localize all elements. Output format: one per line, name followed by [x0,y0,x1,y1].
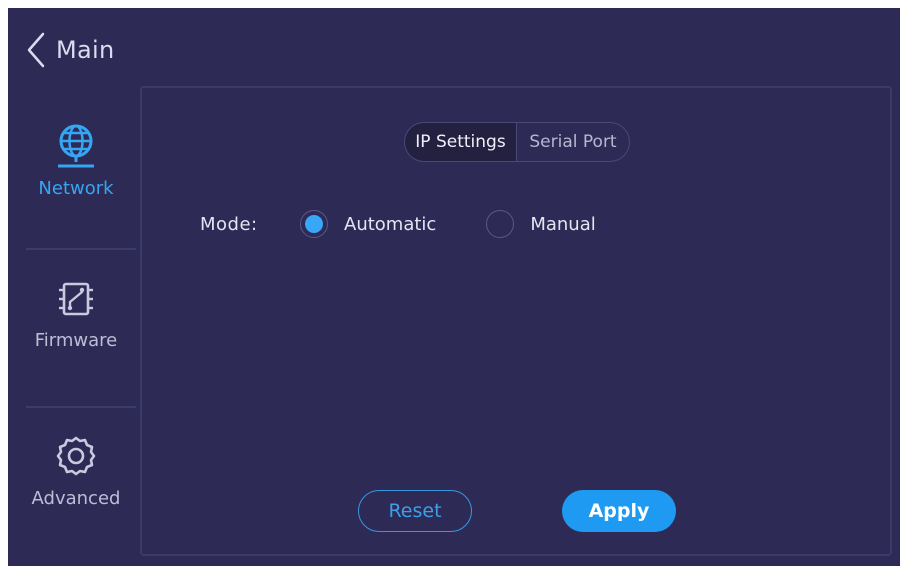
reset-button[interactable]: Reset [358,490,472,532]
sidebar-item-advanced[interactable]: Advanced [18,410,134,540]
radio-label: Manual [530,213,596,235]
globe-network-icon [52,122,100,170]
mode-row: Mode: Automatic Manual [200,206,596,242]
sidebar-item-label: Firmware [34,330,118,351]
mode-automatic-radio[interactable]: Automatic [300,210,436,238]
gear-icon [52,432,100,480]
sidebar-item-network[interactable]: Network [18,100,134,230]
radio-dot-icon [305,215,323,233]
tab-serial-port[interactable]: Serial Port [517,123,629,161]
radio-label: Automatic [344,213,437,235]
radio-unselected-icon[interactable] [486,210,515,238]
sidebar-divider [26,248,136,250]
chevron-left-icon[interactable] [26,32,46,68]
tab-ip-settings[interactable]: IP Settings [405,123,517,161]
back-to-main[interactable]: Main [26,30,115,70]
firmware-board-icon [56,274,96,322]
settings-panel: IP Settings Serial Port Mode: Automatic … [140,86,892,556]
sidebar-divider [26,406,136,408]
apply-button[interactable]: Apply [562,490,676,532]
mode-manual-radio[interactable]: Manual [486,210,596,238]
sidebar-item-firmware[interactable]: Firmware [18,252,134,382]
sidebar-item-label: Network [38,178,114,199]
radio-selected-icon[interactable] [300,210,328,238]
mode-label: Mode: [200,213,258,235]
tab-bar: IP Settings Serial Port [404,122,630,162]
sidebar-item-label: Advanced [31,488,121,509]
page-title: Main [56,36,115,64]
screen: Main Network Firmware Advanced IP Settin… [8,8,900,566]
